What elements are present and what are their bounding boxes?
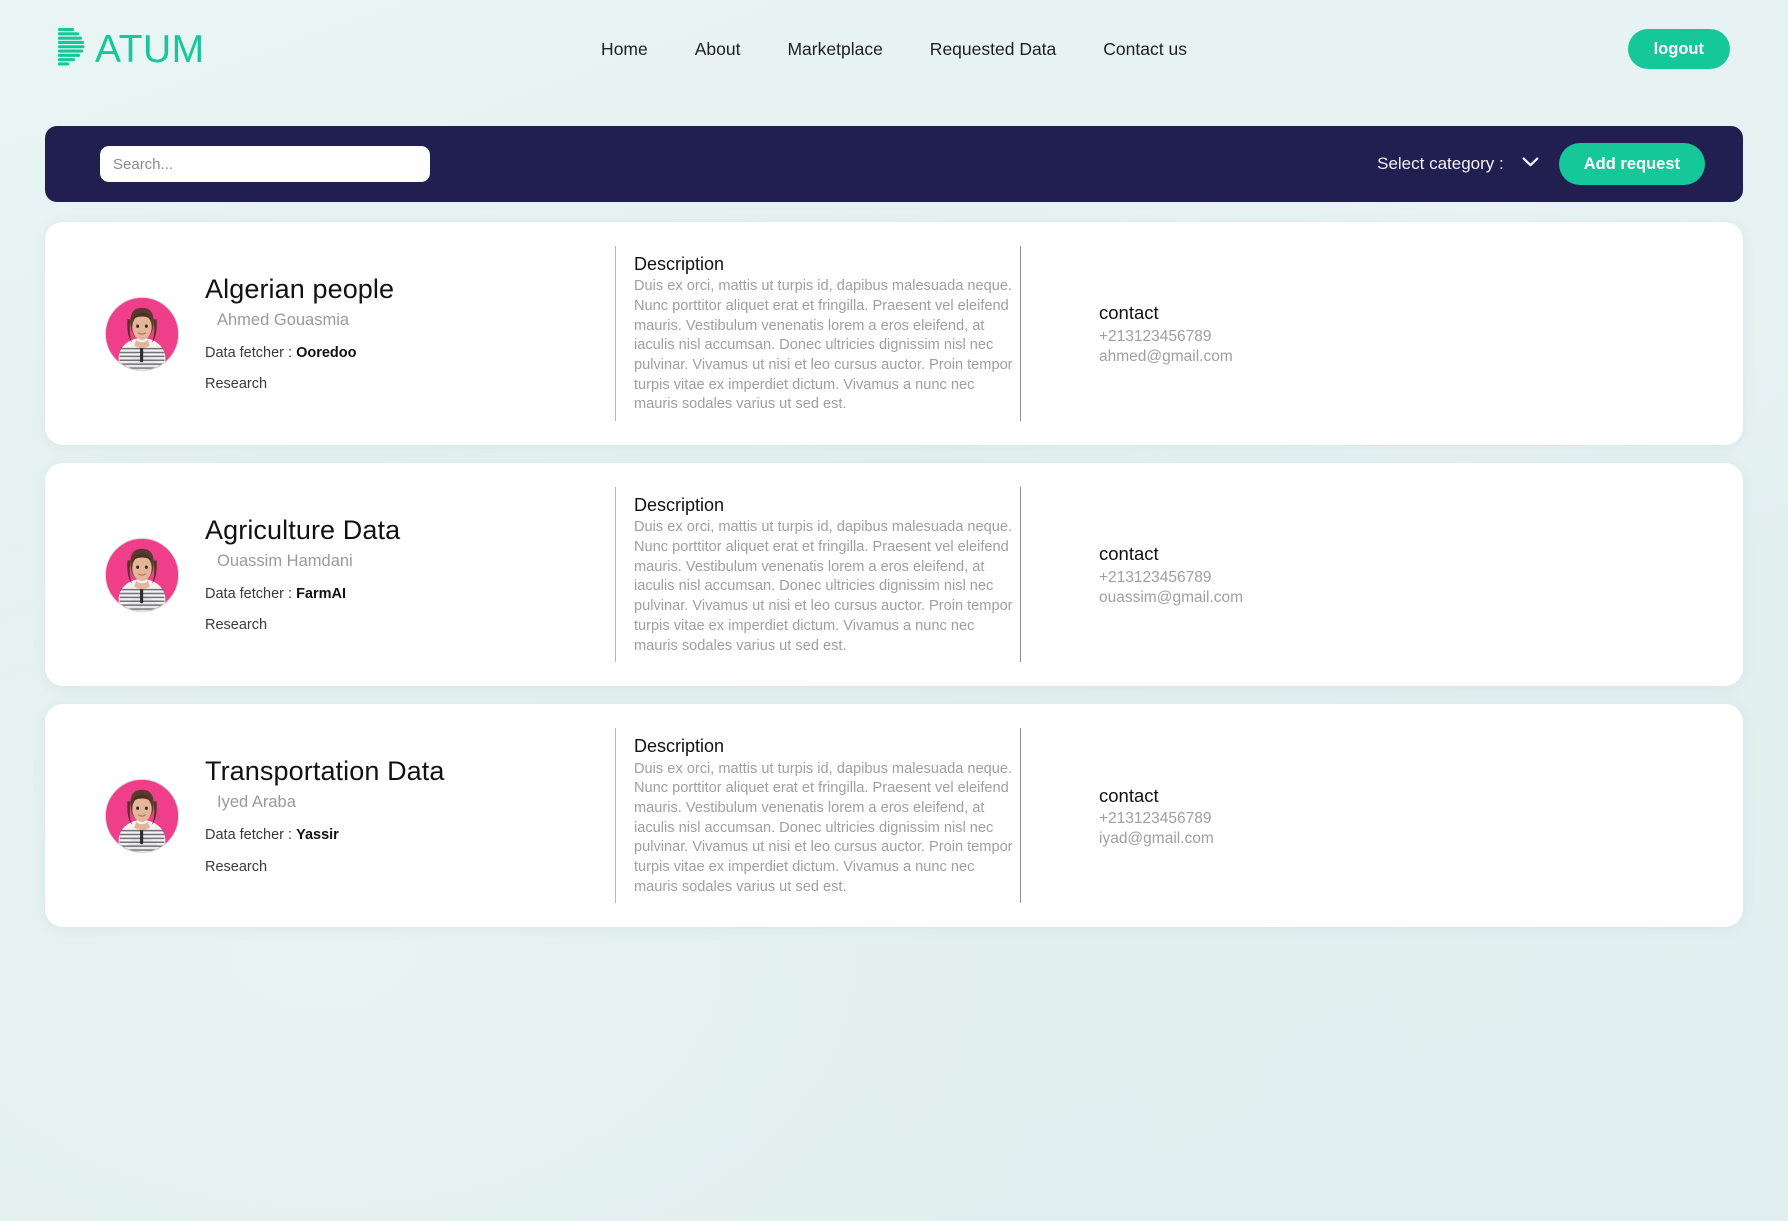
chevron-down-icon (1522, 155, 1539, 173)
avatar (105, 537, 179, 612)
card-contact: contact +213123456789 ouassim@gmail.com (1020, 487, 1743, 663)
request-card[interactable]: Agriculture Data Ouassim Hamdani Data fe… (45, 463, 1743, 687)
card-contact: contact +213123456789 iyad@gmail.com (1020, 728, 1743, 904)
toolbar-actions: Select category : Add request (1377, 142, 1705, 186)
category-select-label: Select category : (1377, 154, 1504, 173)
contact-phone[interactable]: +213123456789 (1099, 809, 1214, 829)
identity-text: Agriculture Data Ouassim Hamdani Data fe… (205, 514, 400, 636)
contact-heading: contact (1099, 302, 1159, 324)
add-request-button[interactable]: Add request (1558, 142, 1705, 186)
card-identity: Transportation Data Iyed Araba Data fetc… (45, 728, 615, 903)
card-tag: Research (205, 376, 268, 393)
description-heading: Description (634, 495, 725, 516)
card-fetcher: Data fetcher : Yassir (205, 825, 445, 845)
request-card[interactable]: Transportation Data Iyed Araba Data fetc… (45, 704, 1743, 928)
brand-logo[interactable]: ATUM (58, 27, 205, 71)
contact-block: contact +213123456789 iyad@gmail.com (1099, 783, 1214, 849)
nav-item-marketplace[interactable]: Marketplace (787, 39, 882, 60)
nav-item-about[interactable]: About (695, 39, 741, 60)
card-tag: Research (205, 617, 268, 634)
card-description: Description Duis ex orci, mattis ut turp… (615, 728, 1020, 904)
card-fetcher: Data fetcher : FarmAI (205, 584, 400, 604)
category-select[interactable]: Select category : (1377, 154, 1543, 174)
nav-item-contact-us[interactable]: Contact us (1103, 39, 1187, 60)
contact-email[interactable]: ouassim@gmail.com (1099, 588, 1243, 608)
card-contact: contact +213123456789 ahmed@gmail.com (1020, 246, 1743, 422)
card-description: Description Duis ex orci, mattis ut turp… (615, 487, 1020, 663)
card-fetcher-value: Ooredoo (296, 345, 357, 361)
search-input[interactable] (100, 146, 430, 182)
card-owner: Iyed Araba (217, 793, 296, 812)
contact-email[interactable]: iyad@gmail.com (1099, 829, 1214, 849)
card-title: Algerian people (205, 273, 395, 304)
card-fetcher-label: Data fetcher : (205, 827, 297, 844)
card-fetcher-value: Yassir (296, 827, 339, 844)
site-header: ATUM Home About Marketplace Requested Da… (0, 0, 1788, 98)
brand-name: ATUM (95, 27, 205, 71)
nav-item-home[interactable]: Home (601, 39, 648, 60)
card-tag: Research (205, 858, 268, 875)
logout-button[interactable]: logout (1627, 28, 1730, 70)
description-text: Duis ex orci, mattis ut turpis id, dapib… (634, 519, 1013, 654)
description-heading: Description (634, 254, 725, 274)
identity-text: Transportation Data Iyed Araba Data fetc… (205, 755, 445, 877)
description-text: Duis ex orci, mattis ut turpis id, dapib… (634, 278, 1013, 413)
contact-phone[interactable]: +213123456789 (1099, 568, 1243, 588)
contact-heading: contact (1099, 543, 1159, 565)
identity-text: Algerian people Ahmed Gouasmia Data fetc… (205, 273, 394, 395)
nav-item-requested-data[interactable]: Requested Data (930, 39, 1056, 60)
striped-d-logo-icon (58, 27, 90, 71)
request-card[interactable]: Algerian people Ahmed Gouasmia Data fetc… (45, 222, 1743, 446)
request-card-list: Algerian people Ahmed Gouasmia Data fetc… (45, 222, 1743, 928)
card-fetcher-label: Data fetcher : (205, 586, 297, 603)
description-heading: Description (634, 736, 725, 757)
card-identity: Agriculture Data Ouassim Hamdani Data fe… (45, 487, 615, 662)
main-nav: Home About Marketplace Requested Data Co… (601, 39, 1187, 60)
search-toolbar: Select category : Add request (45, 126, 1743, 202)
contact-heading: contact (1099, 784, 1159, 806)
card-fetcher-label: Data fetcher : (205, 345, 297, 361)
contact-email[interactable]: ahmed@gmail.com (1099, 347, 1233, 367)
card-identity: Algerian people Ahmed Gouasmia Data fetc… (45, 246, 615, 421)
card-owner: Ouassim Hamdani (217, 552, 353, 571)
description-text: Duis ex orci, mattis ut turpis id, dapib… (634, 760, 1013, 895)
card-title: Agriculture Data (205, 514, 401, 545)
contact-block: contact +213123456789 ouassim@gmail.com (1099, 541, 1243, 607)
contact-phone[interactable]: +213123456789 (1099, 327, 1233, 347)
card-owner: Ahmed Gouasmia (217, 311, 350, 330)
avatar (105, 778, 179, 853)
avatar (105, 296, 179, 371)
card-title: Transportation Data (205, 755, 445, 786)
card-fetcher: Data fetcher : Ooredoo (205, 343, 394, 363)
card-description: Description Duis ex orci, mattis ut turp… (615, 246, 1020, 422)
card-fetcher-value: FarmAI (296, 586, 347, 603)
contact-block: contact +213123456789 ahmed@gmail.com (1099, 300, 1233, 366)
